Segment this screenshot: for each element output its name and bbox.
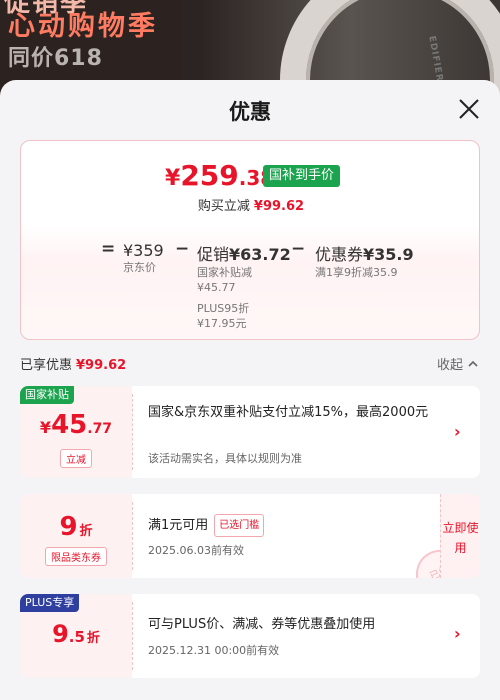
coupon-value-integer: 9 — [52, 620, 69, 648]
coupon-value-decimal: .5 — [68, 628, 85, 646]
coupon-type: 限品类东券 — [20, 546, 132, 566]
gov-subsidy-tag: 国家补贴 — [20, 386, 74, 404]
chevron-right-icon: › — [454, 422, 461, 441]
plus-exclusive-tag: PLUS专享 — [20, 594, 80, 612]
enjoyed-label: 已享优惠 — [20, 358, 73, 373]
coupon-block: 优惠券¥35.9 满1享9折减35.9 — [315, 241, 414, 280]
coupon-value: 9折 — [20, 512, 132, 542]
final-price-currency: ¥ — [165, 166, 181, 191]
coupon-amount: ¥35.9 — [363, 245, 414, 264]
enjoyed-discount-row: 已享优惠 ¥99.62 — [20, 354, 126, 373]
coupon-value-integer: 45 — [51, 410, 88, 440]
jd-price: ¥359 — [123, 241, 164, 260]
coupon-rule: 满1享9折减35.9 — [315, 266, 398, 279]
promo-amount: ¥63.72 — [229, 245, 291, 264]
minus-sign-1: − — [175, 239, 190, 259]
coupon-divider — [132, 602, 133, 670]
chevron-up-icon — [468, 360, 478, 367]
close-button[interactable] — [456, 96, 482, 122]
chevron-right-icon: › — [454, 624, 461, 643]
sheet-title: 优惠 — [229, 100, 271, 124]
coupon-type-label: 限品类东券 — [45, 547, 107, 566]
coupon-note: 该活动需实名，具体以规则为准 — [148, 452, 302, 465]
coupon-description: 国家&京东双重补贴支付立减15%，最高2000元 — [148, 405, 429, 420]
coupon-divider — [132, 502, 133, 570]
minus-sign-2: − — [291, 239, 306, 259]
coupon-row: 优惠券¥35.9 — [315, 241, 414, 265]
coupon-value-unit: 折 — [79, 524, 93, 539]
buy-cut-amount: ¥99.62 — [253, 199, 305, 214]
selected-threshold-badge: 已选门槛 — [214, 514, 265, 537]
jd-price-block: ¥359 京东价 — [123, 241, 164, 275]
gov-subsidy-amount: ¥45.77 — [197, 281, 236, 294]
promo-line-3: 同价618 — [8, 46, 103, 71]
coupon-value-integer: 9 — [59, 512, 78, 542]
coupon-expiry: 2025.06.03前有效 — [148, 544, 244, 557]
price-breakdown-card: ¥259.38 国补到手价 购买立减 ¥99.62 = ¥359 京东价 − 促销… — [20, 140, 480, 340]
discount-sheet: 优惠 ¥259.38 国补到手价 购买立减 ¥99.62 = ¥359 京东价 −… — [0, 80, 500, 700]
coupon-value: ¥45.77 — [20, 410, 132, 440]
coupon-value-decimal: .77 — [87, 421, 113, 437]
coupon-value: 9.5 折 — [20, 620, 132, 648]
promo-line-2: 心动购物季 — [8, 11, 158, 42]
plus-coupon[interactable]: PLUS专享 9.5 折 可与PLUS价、满减、券等优惠叠加使用 2025.12.… — [20, 594, 480, 678]
buy-cut-label: 购买立减 — [197, 199, 250, 214]
coupon-value-unit: 折 — [86, 631, 100, 646]
promo-row: 促销¥63.72 — [197, 241, 291, 265]
equals-sign: = — [101, 239, 116, 259]
gov-subsidy-price-badge: 国补到手价 — [263, 165, 341, 187]
collapse-label: 收起 — [437, 358, 464, 373]
collapse-button[interactable]: 收起 — [437, 354, 479, 373]
coupon-value-currency: ¥ — [39, 418, 52, 437]
coupon-description: 满1元可用 已选门槛 — [148, 514, 265, 537]
coupon-divider — [132, 394, 133, 470]
plus-discount-label: PLUS95折 — [197, 302, 250, 315]
coupon-type-label: 立减 — [60, 449, 92, 468]
coupon-expiry: 2025.12.31 00:00前有效 — [148, 644, 280, 657]
final-price-integer: 259 — [180, 159, 239, 192]
plus-discount-amount: ¥17.95元 — [197, 317, 247, 330]
coupon-label: 优惠券 — [315, 245, 364, 264]
use-now-button[interactable]: 立即使用 — [440, 494, 480, 578]
coupon-type: 立减 — [20, 448, 132, 468]
discount-coupon[interactable]: 9折 限品类东券 满1元可用已选门槛 2025.06.03前有效 已领 立即使用 — [20, 494, 480, 578]
coupon-description: 可与PLUS价、满减、券等优惠叠加使用 — [148, 617, 376, 632]
jd-price-label: 京东价 — [123, 261, 156, 274]
close-icon — [459, 99, 479, 119]
final-price: ¥259.38 — [165, 159, 274, 192]
enjoyed-amount: ¥99.62 — [76, 358, 127, 373]
promo-label: 促销 — [197, 245, 230, 264]
coupon-threshold: 满1元可用 — [148, 518, 209, 533]
promo-block: 促销¥63.72 国家补贴减 ¥45.77 PLUS95折 ¥17.95元 — [197, 241, 291, 331]
gov-subsidy-coupon[interactable]: 国家补贴 ¥45.77 立减 国家&京东双重补贴支付立减15%，最高2000元 … — [20, 386, 480, 478]
gov-subsidy-label: 国家补贴减 — [197, 266, 252, 279]
buy-cut-row: 购买立减 ¥99.62 — [21, 195, 481, 214]
